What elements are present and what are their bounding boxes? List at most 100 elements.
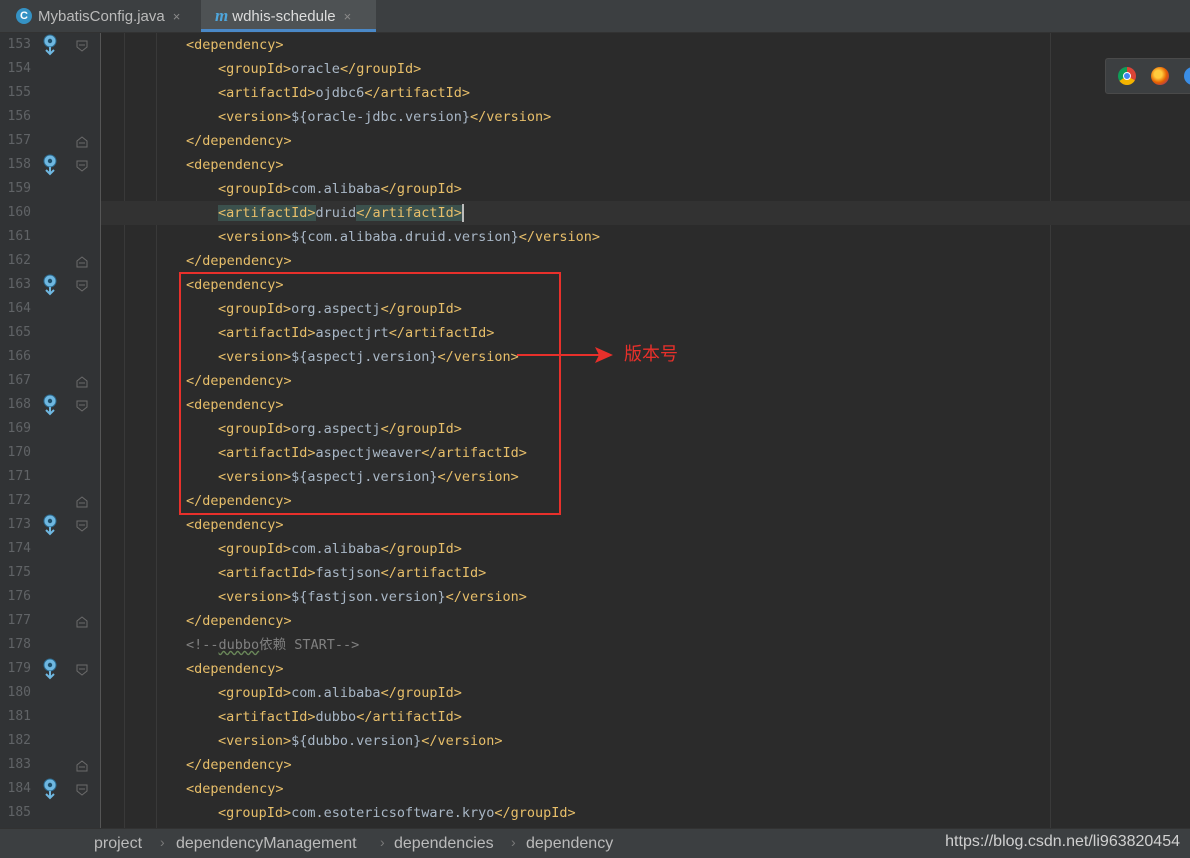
- line-number[interactable]: 174: [0, 537, 31, 561]
- fold-close-icon[interactable]: [75, 758, 89, 772]
- maven-dependency-gutter-icon[interactable]: [42, 274, 58, 296]
- code-text[interactable]: <groupId>oracle</groupId>: [218, 57, 421, 81]
- code-text[interactable]: <dependency>: [186, 777, 284, 801]
- line-number[interactable]: 167: [0, 369, 31, 393]
- line-number[interactable]: 162: [0, 249, 31, 273]
- line-number[interactable]: 180: [0, 681, 31, 705]
- chrome-icon[interactable]: [1118, 67, 1136, 85]
- line-number[interactable]: 179: [0, 657, 31, 681]
- maven-dependency-gutter-icon[interactable]: [42, 34, 58, 56]
- code-line[interactable]: 155 <artifactId>ojdbc6</artifactId>: [0, 81, 1190, 105]
- fold-close-icon[interactable]: [75, 134, 89, 148]
- line-number[interactable]: 173: [0, 513, 31, 537]
- code-text[interactable]: <version>${com.alibaba.druid.version}</v…: [218, 225, 600, 249]
- code-line[interactable]: 176 <version>${fastjson.version}</version…: [0, 585, 1190, 609]
- fold-open-icon[interactable]: [75, 662, 89, 676]
- code-text[interactable]: <artifactId>dubbo</artifactId>: [218, 705, 462, 729]
- code-line[interactable]: 160 <artifactId>druid</artifactId>: [0, 201, 1190, 225]
- code-text[interactable]: </dependency>: [186, 753, 292, 777]
- fold-open-icon[interactable]: [75, 782, 89, 796]
- breadcrumb-item-dependencies[interactable]: dependencies: [394, 835, 494, 853]
- code-text[interactable]: <artifactId>fastjson</artifactId>: [218, 561, 486, 585]
- code-line[interactable]: 154 <groupId>oracle</groupId>: [0, 57, 1190, 81]
- code-text[interactable]: <dependency>: [186, 153, 284, 177]
- fold-close-icon[interactable]: [75, 494, 89, 508]
- line-number[interactable]: 181: [0, 705, 31, 729]
- code-text[interactable]: <groupId>com.esotericsoftware.kryo</grou…: [218, 801, 576, 825]
- code-text[interactable]: <dependency>: [186, 657, 284, 681]
- maven-dependency-gutter-icon[interactable]: [42, 778, 58, 800]
- line-number[interactable]: 166: [0, 345, 31, 369]
- fold-open-icon[interactable]: [75, 158, 89, 172]
- code-line[interactable]: 162 </dependency>: [0, 249, 1190, 273]
- line-number[interactable]: 168: [0, 393, 31, 417]
- code-line[interactable]: 181 <artifactId>dubbo</artifactId>: [0, 705, 1190, 729]
- code-text[interactable]: <groupId>com.alibaba</groupId>: [218, 177, 462, 201]
- breadcrumb-item-project[interactable]: project: [94, 835, 142, 853]
- fold-close-icon[interactable]: [75, 254, 89, 268]
- code-line[interactable]: 183 </dependency>: [0, 753, 1190, 777]
- fold-open-icon[interactable]: [75, 518, 89, 532]
- tab-mybatis-config[interactable]: C MybatisConfig.java ×: [0, 0, 200, 32]
- line-number[interactable]: 156: [0, 105, 31, 129]
- code-text[interactable]: </dependency>: [186, 129, 292, 153]
- code-line[interactable]: 157 </dependency>: [0, 129, 1190, 153]
- close-icon[interactable]: ×: [173, 9, 181, 24]
- maven-dependency-gutter-icon[interactable]: [42, 658, 58, 680]
- line-number[interactable]: 160: [0, 201, 31, 225]
- fold-open-icon[interactable]: [75, 278, 89, 292]
- code-text[interactable]: <version>${dubbo.version}</version>: [218, 729, 502, 753]
- code-line[interactable]: 156 <version>${oracle-jdbc.version}</vers…: [0, 105, 1190, 129]
- line-number[interactable]: 170: [0, 441, 31, 465]
- line-number[interactable]: 185: [0, 801, 31, 825]
- line-number[interactable]: 158: [0, 153, 31, 177]
- code-line[interactable]: 184 <dependency>: [0, 777, 1190, 801]
- code-line[interactable]: 185 <groupId>com.esotericsoftware.kryo</g…: [0, 801, 1190, 825]
- line-number[interactable]: 163: [0, 273, 31, 297]
- line-number[interactable]: 154: [0, 57, 31, 81]
- code-line[interactable]: 158 <dependency>: [0, 153, 1190, 177]
- line-number[interactable]: 182: [0, 729, 31, 753]
- fold-close-icon[interactable]: [75, 374, 89, 388]
- code-text[interactable]: <artifactId>druid</artifactId>: [218, 201, 464, 225]
- code-line[interactable]: 179 <dependency>: [0, 657, 1190, 681]
- ie-icon[interactable]: [1184, 67, 1190, 85]
- maven-dependency-gutter-icon[interactable]: [42, 514, 58, 536]
- line-number[interactable]: 171: [0, 465, 31, 489]
- code-line[interactable]: 173 <dependency>: [0, 513, 1190, 537]
- line-number[interactable]: 177: [0, 609, 31, 633]
- code-text[interactable]: </dependency>: [186, 249, 292, 273]
- line-number[interactable]: 184: [0, 777, 31, 801]
- line-number[interactable]: 176: [0, 585, 31, 609]
- code-text[interactable]: <dependency>: [186, 513, 284, 537]
- maven-dependency-gutter-icon[interactable]: [42, 154, 58, 176]
- line-number[interactable]: 169: [0, 417, 31, 441]
- code-text[interactable]: <groupId>com.alibaba</groupId>: [218, 681, 462, 705]
- firefox-icon[interactable]: [1151, 67, 1169, 85]
- maven-dependency-gutter-icon[interactable]: [42, 394, 58, 416]
- line-number[interactable]: 175: [0, 561, 31, 585]
- code-text[interactable]: <groupId>com.alibaba</groupId>: [218, 537, 462, 561]
- code-text[interactable]: <artifactId>ojdbc6</artifactId>: [218, 81, 470, 105]
- code-line[interactable]: 180 <groupId>com.alibaba</groupId>: [0, 681, 1190, 705]
- close-icon[interactable]: ×: [344, 9, 352, 24]
- line-number[interactable]: 164: [0, 297, 31, 321]
- code-line[interactable]: 161 <version>${com.alibaba.druid.version}…: [0, 225, 1190, 249]
- code-text[interactable]: <dependency>: [186, 33, 284, 57]
- code-line[interactable]: 153 <dependency>: [0, 33, 1190, 57]
- tab-wdhis-schedule[interactable]: m wdhis-schedule ×: [201, 0, 376, 32]
- fold-open-icon[interactable]: [75, 38, 89, 52]
- code-line[interactable]: 175 <artifactId>fastjson</artifactId>: [0, 561, 1190, 585]
- line-number[interactable]: 178: [0, 633, 31, 657]
- line-number[interactable]: 159: [0, 177, 31, 201]
- code-line[interactable]: 182 <version>${dubbo.version}</version>: [0, 729, 1190, 753]
- fold-close-icon[interactable]: [75, 614, 89, 628]
- code-line[interactable]: 178 <!--dubbo依赖 START-->: [0, 633, 1190, 657]
- line-number[interactable]: 153: [0, 33, 31, 57]
- code-line[interactable]: 159 <groupId>com.alibaba</groupId>: [0, 177, 1190, 201]
- code-line[interactable]: 177 </dependency>: [0, 609, 1190, 633]
- line-number[interactable]: 172: [0, 489, 31, 513]
- line-number[interactable]: 157: [0, 129, 31, 153]
- code-text[interactable]: <version>${fastjson.version}</version>: [218, 585, 527, 609]
- fold-open-icon[interactable]: [75, 398, 89, 412]
